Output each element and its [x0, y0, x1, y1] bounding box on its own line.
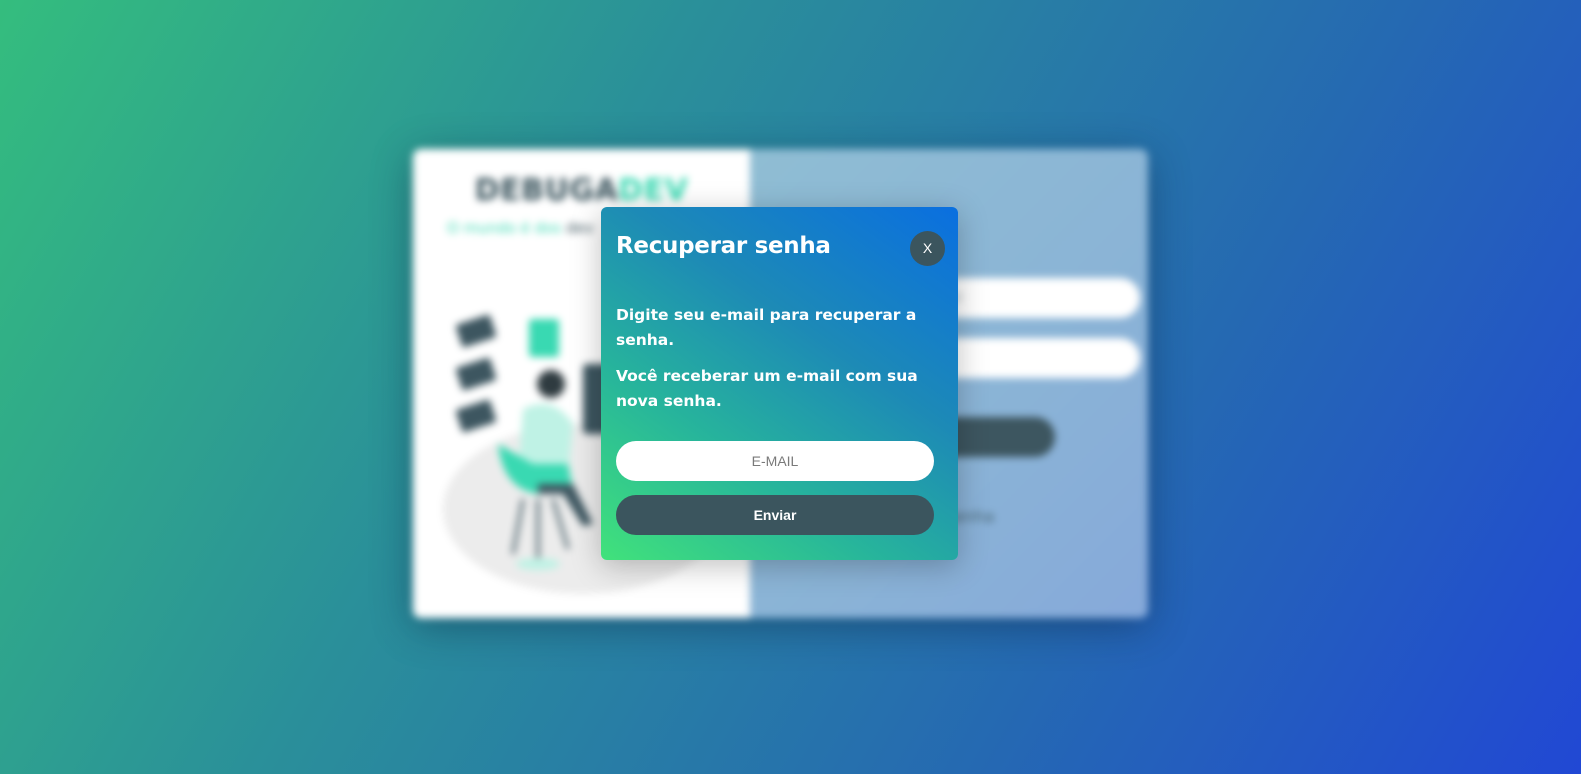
logo-text-debuga: DEBUGA — [474, 173, 619, 208]
slogan-text: O mundo é dos — [447, 219, 566, 237]
logo-text-dev: DEV — [618, 173, 689, 208]
recover-password-modal: Recuperar senha X Digite seu e-mail para… — [601, 207, 958, 560]
logo: DEBUGADEV — [413, 173, 750, 208]
modal-title: Recuperar senha — [616, 233, 831, 259]
email-input[interactable] — [616, 441, 934, 481]
modal-info-text: Você receberar um e-mail com sua nova se… — [616, 367, 918, 410]
slogan: O mundo é dos dev — [447, 219, 594, 237]
close-button[interactable]: X — [910, 231, 945, 266]
send-button[interactable]: Enviar — [616, 495, 934, 535]
slogan-text-highlight: dev — [565, 219, 594, 237]
modal-instruction-text: Digite seu e-mail para recuperar a senha… — [616, 306, 917, 349]
